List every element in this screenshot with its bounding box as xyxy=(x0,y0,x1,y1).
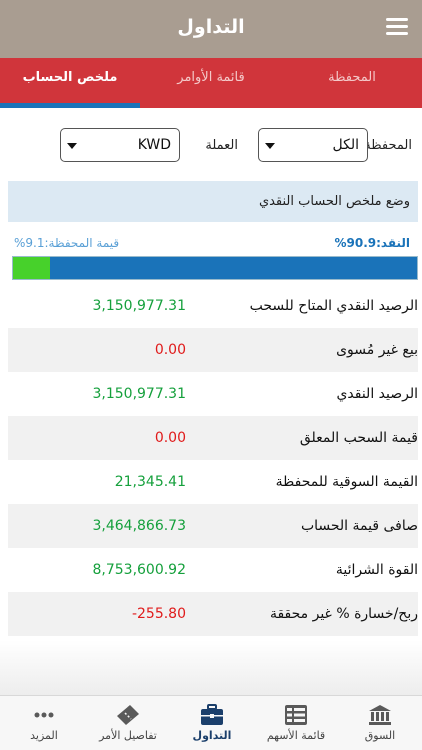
panel-header: وضع ملخص الحساب النقدي xyxy=(8,181,418,222)
chevron-down-icon xyxy=(67,143,77,149)
panel-title: وضع ملخص الحساب النقدي xyxy=(258,194,410,209)
summary-row-value: 3,464,866.73 xyxy=(92,518,186,534)
nav-order-details[interactable]: تفاصيل الأمر xyxy=(86,696,170,750)
bank-icon xyxy=(369,705,391,725)
content-fade xyxy=(0,640,422,695)
allocation-section: النقد:90.9% قيمة المحفظة:9.1% xyxy=(8,222,418,284)
summary-row-value: 0.00 xyxy=(154,430,186,446)
cash-summary-panel: وضع ملخص الحساب النقدي النقد:90.9% قيمة … xyxy=(8,181,418,636)
summary-row: القوة الشرائية 8,753,600.92 xyxy=(8,548,418,592)
summary-row-label: القيمة السوقية للمحفظة xyxy=(275,474,418,490)
nav-more[interactable]: المزيد xyxy=(2,696,86,750)
portfolio-filter-label: المحفظة xyxy=(364,138,412,153)
chevron-down-icon xyxy=(265,143,275,149)
cash-percent-label: النقد:90.9% xyxy=(334,236,410,250)
currency-select-value: KWD xyxy=(137,137,171,153)
summary-row: بيع غير مُسوى 0.00 xyxy=(8,328,418,372)
nav-more-label: المزيد xyxy=(30,729,58,742)
summary-row-value: 21,345.41 xyxy=(114,474,186,490)
summary-row-value: 3,150,977.31 xyxy=(92,386,186,402)
summary-rows: الرصيد النقدي المتاح للسحب 3,150,977.31 بي… xyxy=(8,284,418,636)
filters-bar: المحفظة الكل العملة KWD xyxy=(0,108,422,178)
nav-stock-list[interactable]: قائمة الأسهم xyxy=(254,696,338,750)
summary-row-label: القوة الشرائية xyxy=(335,562,418,578)
summary-row-label: الرصيد النقدي المتاح للسحب xyxy=(249,298,418,314)
summary-row-label: ربح/خسارة % غير محققة xyxy=(269,606,418,622)
summary-row-label: صافى قيمة الحساب xyxy=(300,518,418,534)
summary-row: صافى قيمة الحساب 3,464,866.73 xyxy=(8,504,418,548)
hamburger-menu-icon[interactable] xyxy=(386,18,408,36)
summary-row: قيمة السحب المعلق 0.00 xyxy=(8,416,418,460)
portfolio-percent-label: قيمة المحفظة:9.1% xyxy=(14,236,120,250)
briefcase-icon xyxy=(201,704,223,725)
summary-row: الرصيد النقدي المتاح للسحب 3,150,977.31 xyxy=(8,284,418,328)
allocation-bar xyxy=(12,256,418,280)
page-title: التداول xyxy=(177,16,245,38)
tab-account-summary[interactable]: ملخص الحساب xyxy=(0,58,140,108)
portfolio-select[interactable]: الكل xyxy=(258,128,368,162)
nav-market-label: السوق xyxy=(364,729,396,742)
summary-row-label: بيع غير مُسوى xyxy=(336,342,418,358)
more-icon xyxy=(34,712,54,718)
nav-trading-label: التداول xyxy=(192,729,232,742)
tab-portfolio[interactable]: المحفظة xyxy=(282,58,422,108)
summary-row: الرصيد النقدي 3,150,977.31 xyxy=(8,372,418,416)
nav-order-details-label: تفاصيل الأمر xyxy=(99,729,157,742)
summary-row-value: 8,753,600.92 xyxy=(92,562,186,578)
summary-row-value: 0.00 xyxy=(154,342,186,358)
ticket-icon xyxy=(117,705,139,725)
currency-filter-label: العملة xyxy=(205,138,238,153)
portfolio-share-fill xyxy=(13,257,50,279)
nav-stock-list-label: قائمة الأسهم xyxy=(266,729,326,742)
portfolio-select-value: الكل xyxy=(332,137,360,153)
summary-row: القيمة السوقية للمحفظة 21,345.41 xyxy=(8,460,418,504)
summary-row: ربح/خسارة % غير محققة -255.80 xyxy=(8,592,418,636)
nav-market[interactable]: السوق xyxy=(338,696,422,750)
list-icon xyxy=(285,705,307,725)
summary-row-label: الرصيد النقدي xyxy=(336,386,418,402)
summary-row-value: 3,150,977.31 xyxy=(92,298,186,314)
bottom-nav: السوق قائمة الأسهم التداول تفاصيل الأمر … xyxy=(0,695,422,750)
tab-bar: ملخص الحساب قائمة الأوامر المحفظة xyxy=(0,58,422,108)
tab-orders-list[interactable]: قائمة الأوامر xyxy=(141,58,281,108)
summary-row-value: -255.80 xyxy=(131,606,186,622)
currency-select[interactable]: KWD xyxy=(60,128,180,162)
nav-trading[interactable]: التداول xyxy=(170,696,254,750)
app-header: التداول xyxy=(0,0,422,58)
summary-row-label: قيمة السحب المعلق xyxy=(299,430,418,446)
